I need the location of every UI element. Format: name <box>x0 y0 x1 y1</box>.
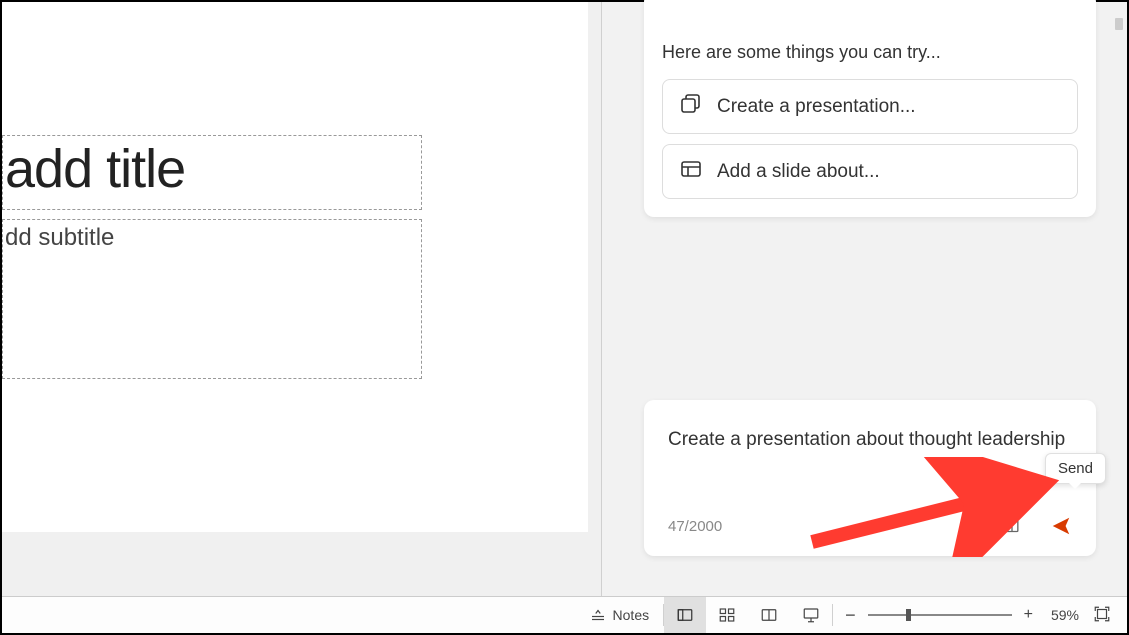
status-bar: Notes − + 59% <box>2 596 1127 633</box>
notes-label: Notes <box>613 607 650 623</box>
suggestion-label: Create a presentation... <box>717 96 916 118</box>
zoom-slider[interactable] <box>868 614 1012 616</box>
copilot-prompt-input[interactable]: Create a presentation about thought lead… <box>668 426 1072 486</box>
zoom-controls: − + 59% <box>833 605 1087 626</box>
view-reading-button[interactable] <box>748 597 790 633</box>
suggestion-add-slide[interactable]: Add a slide about... <box>662 144 1078 199</box>
slide-title-placeholder[interactable]: add title <box>2 135 422 210</box>
zoom-slider-thumb[interactable] <box>906 609 911 621</box>
fit-icon <box>1093 605 1111 623</box>
pages-icon <box>679 92 703 122</box>
book-icon[interactable] <box>1002 514 1022 538</box>
fit-to-window-button[interactable] <box>1087 605 1117 626</box>
slideshow-icon <box>802 606 820 624</box>
view-slideshow-button[interactable] <box>790 597 832 633</box>
normal-view-icon <box>676 606 694 624</box>
send-button[interactable] <box>1050 515 1072 537</box>
char-counter: 47/2000 <box>668 518 1002 535</box>
sorter-view-icon <box>718 606 736 624</box>
view-sorter-button[interactable] <box>706 597 748 633</box>
view-normal-button[interactable] <box>664 597 706 633</box>
copilot-input-footer: 47/2000 <box>668 514 1072 538</box>
slide-editor-area: add title dd subtitle <box>2 2 602 596</box>
slide-subtitle-placeholder[interactable]: dd subtitle <box>2 219 422 379</box>
copilot-panel: Here are some things you can try... Crea… <box>602 2 1127 596</box>
suggestion-create-presentation[interactable]: Create a presentation... <box>662 79 1078 134</box>
copilot-input-card: Send Create a presentation about thought… <box>644 400 1096 556</box>
zoom-out-button[interactable]: − <box>841 605 860 626</box>
notes-icon <box>589 606 607 624</box>
send-tooltip: Send <box>1045 453 1106 484</box>
copilot-intro-text: Here are some things you can try... <box>662 42 1078 63</box>
scrollbar-thumb[interactable] <box>1115 18 1123 30</box>
zoom-in-button[interactable]: + <box>1020 606 1037 624</box>
slide-icon <box>679 157 703 187</box>
reading-view-icon <box>760 606 778 624</box>
copilot-suggestions-card: Here are some things you can try... Crea… <box>644 0 1096 217</box>
suggestion-label: Add a slide about... <box>717 161 880 183</box>
panel-scrollbar[interactable] <box>1113 6 1125 592</box>
zoom-percentage[interactable]: 59% <box>1051 607 1079 623</box>
slide-canvas[interactable]: add title dd subtitle <box>2 2 588 532</box>
notes-button[interactable]: Notes <box>575 597 664 633</box>
